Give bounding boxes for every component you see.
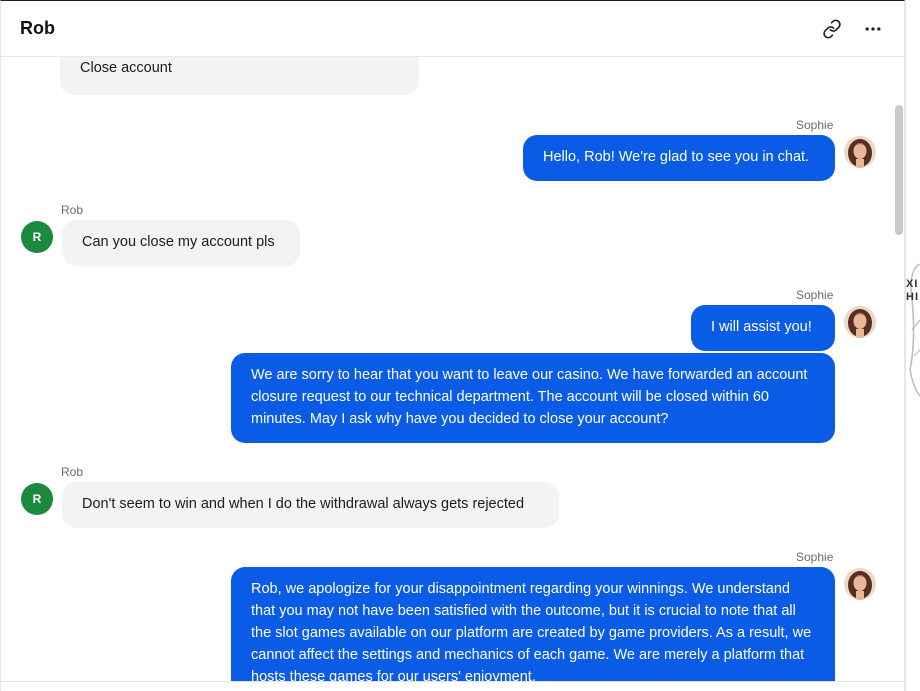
agent-avatar [844, 136, 876, 168]
background-text: XI [906, 278, 919, 290]
sender-name: Sophie [796, 550, 834, 564]
sender-name: Sophie [796, 118, 834, 132]
message-text: I will assist you! [711, 319, 812, 335]
message-text: Close account [80, 60, 172, 76]
customer-message-bubble: Close account [60, 57, 419, 95]
message-text: Can you close my account pls [82, 234, 275, 250]
link-icon[interactable] [818, 15, 846, 43]
customer-avatar: R [21, 483, 53, 515]
sender-name: Rob [61, 203, 84, 217]
customer-message-bubble: Can you close my account pls [62, 220, 300, 266]
message-text: Hello, Rob! We're glad to see you in cha… [543, 149, 810, 165]
more-horizontal-icon[interactable] [859, 15, 887, 43]
message-text: Don't seem to win and when I do the with… [82, 496, 525, 512]
message-text: We are sorry to hear that you want to le… [251, 367, 808, 427]
scrollbar-thumb[interactable] [895, 105, 903, 235]
sender-name: Rob [61, 465, 84, 479]
message-feed[interactable]: Close account Sophie Hello, Rob! We're g… [1, 57, 891, 681]
background-page-edge [905, 0, 920, 691]
agent-avatar [844, 568, 876, 600]
agent-message-bubble: I will assist you! [691, 305, 835, 351]
message-text: Rob, we apologize for your disappointmen… [251, 581, 812, 681]
agent-message-bubble: Rob, we apologize for your disappointmen… [231, 567, 835, 681]
background-text: HI [906, 291, 919, 303]
sender-name: Sophie [796, 288, 834, 302]
agent-avatar [844, 306, 876, 338]
chat-header: Rob [1, 1, 904, 57]
chat-panel: Rob Close account Sophie Hello, Rob! We'… [0, 0, 905, 691]
chat-title: Rob [20, 18, 55, 38]
customer-avatar: R [21, 221, 53, 253]
agent-message-bubble: Hello, Rob! We're glad to see you in cha… [523, 135, 835, 181]
composer-edge [1, 681, 904, 691]
customer-message-bubble: Don't seem to win and when I do the with… [62, 482, 559, 528]
agent-message-bubble: We are sorry to hear that you want to le… [231, 353, 835, 443]
